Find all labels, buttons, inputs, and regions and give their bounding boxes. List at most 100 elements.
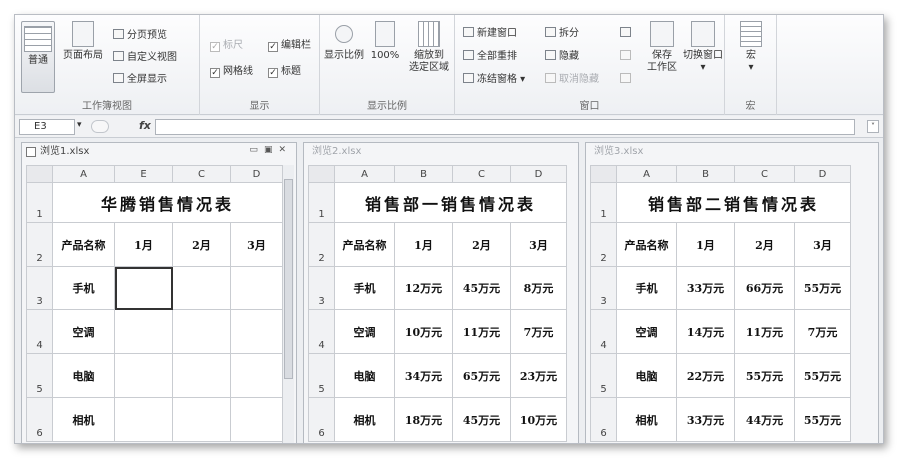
data-cell[interactable] [172,309,231,354]
row-header[interactable]: 1 [590,182,617,223]
data-cell[interactable]: 33万元 [676,397,735,442]
header-cell[interactable]: 产品名称 [334,222,395,267]
data-cell[interactable] [172,266,231,310]
new-window-button[interactable]: 新建窗口 [463,27,517,41]
gridlines-checkbox[interactable]: ✓ 网格线 [210,65,253,79]
data-cell[interactable]: 11万元 [452,309,511,354]
vertical-scrollbar-1[interactable] [282,165,294,443]
row-header[interactable]: 2 [590,222,617,267]
data-cell[interactable]: 33万元 [676,266,735,310]
ruler-checkbox[interactable]: ✓ 标尺 [210,39,243,53]
data-cell[interactable] [114,397,173,442]
switch-windows-button[interactable]: 切换窗口 ▾ [681,21,725,74]
column-header[interactable]: D [794,165,851,183]
freeze-panes-button[interactable]: 冻结窗格 ▾ [463,73,525,87]
column-header[interactable]: E [114,165,173,183]
formula-expand-icon[interactable] [91,120,109,133]
row-header[interactable]: 1 [26,182,53,223]
zoom-100-button[interactable]: 100% [370,21,400,62]
column-header[interactable]: B [394,165,453,183]
active-cell[interactable] [114,266,173,310]
row-header[interactable]: 2 [308,222,335,267]
select-all-corner[interactable] [590,165,617,183]
header-cell[interactable]: 3月 [510,222,567,267]
name-box-dropdown-icon[interactable]: ▾ [77,120,82,130]
column-header[interactable]: B [676,165,735,183]
column-header[interactable]: D [230,165,283,183]
data-cell[interactable]: 34万元 [394,353,453,398]
row-header[interactable]: 4 [308,309,335,354]
custom-views-button[interactable]: 自定义视图 [113,51,177,65]
data-cell[interactable]: 44万元 [734,397,795,442]
row-header[interactable]: 5 [26,353,53,398]
data-cell[interactable]: 23万元 [510,353,567,398]
row-header[interactable]: 6 [26,397,53,442]
row-header[interactable]: 4 [590,309,617,354]
header-cell[interactable]: 3月 [794,222,851,267]
product-name-cell[interactable]: 电脑 [334,353,395,398]
header-cell[interactable]: 产品名称 [52,222,115,267]
product-name-cell[interactable]: 空调 [334,309,395,354]
row-header[interactable]: 3 [26,266,53,310]
split-button[interactable]: 拆分 [545,27,579,41]
data-cell[interactable]: 65万元 [452,353,511,398]
header-cell[interactable]: 1月 [114,222,173,267]
column-header[interactable]: A [334,165,395,183]
data-cell[interactable] [230,353,283,398]
row-header[interactable]: 6 [590,397,617,442]
header-cell[interactable]: 1月 [394,222,453,267]
data-cell[interactable]: 55万元 [734,353,795,398]
workbook-window-3[interactable]: 浏览3.xlsx A B C D 1 销售部二销售情况表 2 产品名称 1月 2… [585,142,879,443]
data-cell[interactable] [114,353,173,398]
data-cell[interactable] [230,266,283,310]
reset-window-position-button[interactable] [620,73,634,87]
column-header[interactable]: A [52,165,115,183]
select-all-corner[interactable] [26,165,53,183]
header-cell[interactable]: 2月 [734,222,795,267]
close-icon[interactable]: ✕ [278,145,292,155]
product-name-cell[interactable]: 相机 [616,397,677,442]
hide-button[interactable]: 隐藏 [545,50,579,64]
data-cell[interactable]: 18万元 [394,397,453,442]
data-cell[interactable]: 55万元 [794,353,851,398]
formula-bar-expand-icon[interactable]: ˅ [867,120,879,133]
data-cell[interactable]: 12万元 [394,266,453,310]
header-cell[interactable]: 2月 [172,222,231,267]
zoom-button[interactable]: 显示比例 [324,21,364,62]
workbook-window-2[interactable]: 浏览2.xlsx A B C D 1 销售部一销售情况表 2 产品名称 1月 2… [303,142,579,443]
arrange-all-button[interactable]: 全部重排 [463,50,517,64]
data-cell[interactable]: 45万元 [452,266,511,310]
header-cell[interactable]: 3月 [230,222,283,267]
data-cell[interactable] [230,309,283,354]
data-cell[interactable]: 22万元 [676,353,735,398]
data-cell[interactable]: 10万元 [510,397,567,442]
row-header[interactable]: 1 [308,182,335,223]
data-cell[interactable] [230,397,283,442]
row-header[interactable]: 6 [308,397,335,442]
page-layout-button[interactable]: 页面布局 [61,21,105,62]
product-name-cell[interactable]: 空调 [52,309,115,354]
product-name-cell[interactable]: 空调 [616,309,677,354]
sheet-title-cell[interactable]: 销售部二销售情况表 [616,182,851,223]
header-cell[interactable]: 1月 [676,222,735,267]
data-cell[interactable] [114,309,173,354]
formula-input[interactable] [155,119,855,135]
data-cell[interactable]: 11万元 [734,309,795,354]
column-header[interactable]: C [172,165,231,183]
formula-bar-checkbox[interactable]: ✓ 编辑栏 [268,39,311,53]
header-cell[interactable]: 产品名称 [616,222,677,267]
product-name-cell[interactable]: 手机 [616,266,677,310]
column-header[interactable]: D [510,165,567,183]
header-cell[interactable]: 2月 [452,222,511,267]
data-cell[interactable] [172,353,231,398]
row-header[interactable]: 5 [590,353,617,398]
data-cell[interactable] [172,397,231,442]
product-name-cell[interactable]: 电脑 [616,353,677,398]
name-box[interactable]: E3 [19,119,75,135]
row-header[interactable]: 5 [308,353,335,398]
data-cell[interactable]: 45万元 [452,397,511,442]
data-cell[interactable]: 7万元 [794,309,851,354]
insert-function-icon[interactable]: fx [139,119,151,132]
product-name-cell[interactable]: 手机 [334,266,395,310]
data-cell[interactable]: 10万元 [394,309,453,354]
